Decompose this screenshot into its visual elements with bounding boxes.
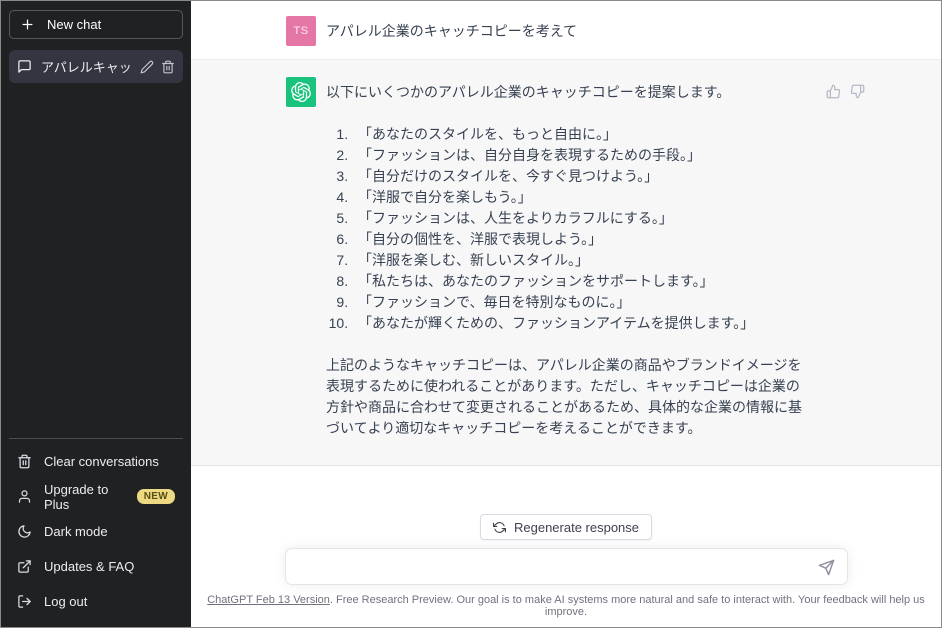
footer-version-link[interactable]: ChatGPT Feb 13 Version	[207, 594, 330, 606]
sidebar-item-label: Clear conversations	[44, 454, 159, 469]
composer: Regenerate response ChatGPT Feb 13 Versi…	[191, 514, 941, 627]
conversation-list: アパレルキャッチコピ	[9, 50, 183, 83]
list-item: 「自分だけのスタイルを、今すぐ見つけよう。」	[352, 166, 808, 187]
list-item: 「ファッションは、人生をよりカラフルにする。」	[352, 208, 808, 229]
catchcopy-list: 「あなたのスタイルを、もっと自由に。」 「ファッションは、自分自身を表現するため…	[326, 124, 808, 334]
list-item: 「洋服を楽しむ、新しいスタイル。」	[352, 250, 808, 271]
sidebar-item-label: Updates & FAQ	[44, 559, 134, 574]
sidebar-item-dark-mode[interactable]: Dark mode	[9, 514, 183, 549]
conversation-actions	[140, 60, 175, 74]
user-icon	[17, 489, 32, 504]
sidebar-item-updates-faq[interactable]: Updates & FAQ	[9, 549, 183, 584]
thumbs-up-icon[interactable]	[826, 84, 841, 439]
list-item: 「あなたのスタイルを、もっと自由に。」	[352, 124, 808, 145]
list-item: 「私たちは、あなたのファッションをサポートします。」	[352, 271, 808, 292]
assistant-outro: 上記のようなキャッチコピーは、アパレル企業の商品やブランドイメージを表現するため…	[326, 355, 808, 439]
list-item: 「ファッションで、毎日を特別なものに。」	[352, 292, 808, 313]
user-avatar: TS	[286, 16, 316, 46]
sidebar-item-upgrade[interactable]: Upgrade to Plus NEW	[9, 479, 183, 514]
logout-icon	[17, 594, 32, 609]
chat-bubble-icon	[17, 59, 32, 74]
list-item: 「ファッションは、自分自身を表現するための手段。」	[352, 145, 808, 166]
list-item: 「あなたが輝くための、ファッションアイテムを提供します。」	[352, 313, 808, 334]
sidebar-item-label: Log out	[44, 594, 87, 609]
assistant-message-content: 以下にいくつかのアパレル企業のキャッチコピーを提案します。 「あなたのスタイルを…	[326, 77, 808, 439]
main-area: TS アパレル企業のキャッチコピーを考えて 以下にいくつかのアパレル企業のキャッ…	[191, 1, 941, 627]
openai-logo-icon	[291, 82, 311, 102]
message-input-container	[285, 548, 848, 585]
edit-icon[interactable]	[140, 60, 154, 74]
plus-icon	[20, 17, 35, 32]
conversation-item[interactable]: アパレルキャッチコピ	[9, 50, 183, 83]
sidebar: New chat アパレルキャッチコピ	[1, 1, 191, 627]
conversation-title: アパレルキャッチコピ	[41, 57, 131, 76]
thumbs-down-icon[interactable]	[850, 84, 865, 439]
list-item: 「洋服で自分を楽しもう。」	[352, 187, 808, 208]
new-chat-label: New chat	[47, 17, 101, 32]
new-badge: NEW	[137, 489, 175, 504]
chatgpt-app: New chat アパレルキャッチコピ	[0, 0, 942, 628]
footer: ChatGPT Feb 13 Version. Free Research Pr…	[191, 594, 941, 618]
moon-icon	[17, 524, 32, 539]
regenerate-icon	[493, 521, 506, 534]
sidebar-item-log-out[interactable]: Log out	[9, 584, 183, 619]
footer-text: . Free Research Preview. Our goal is to …	[330, 594, 925, 618]
sidebar-item-label: Upgrade to Plus	[44, 482, 125, 512]
user-message-text: アパレル企業のキャッチコピーを考えて	[326, 16, 808, 46]
chat-history: TS アパレル企業のキャッチコピーを考えて 以下にいくつかのアパレル企業のキャッ…	[191, 1, 941, 514]
sidebar-bottom-menu: Clear conversations Upgrade to Plus NEW …	[9, 438, 183, 619]
message-feedback	[826, 77, 865, 439]
delete-icon[interactable]	[161, 60, 175, 74]
send-icon	[818, 559, 835, 576]
new-chat-button[interactable]: New chat	[9, 10, 183, 39]
sidebar-item-label: Dark mode	[44, 524, 108, 539]
list-item: 「自分の個性を、洋服で表現しよう。」	[352, 229, 808, 250]
message-input[interactable]	[285, 548, 848, 585]
trash-icon	[17, 454, 32, 469]
user-message-row: TS アパレル企業のキャッチコピーを考えて	[191, 1, 941, 60]
user-avatar-initials: TS	[293, 25, 308, 37]
send-button[interactable]	[816, 557, 837, 578]
sidebar-item-clear-conversations[interactable]: Clear conversations	[9, 444, 183, 479]
regenerate-label: Regenerate response	[514, 520, 639, 535]
regenerate-button[interactable]: Regenerate response	[480, 514, 652, 540]
assistant-message-row: 以下にいくつかのアパレル企業のキャッチコピーを提案します。 「あなたのスタイルを…	[191, 60, 941, 466]
assistant-avatar	[286, 77, 316, 107]
external-link-icon	[17, 559, 32, 574]
assistant-intro: 以下にいくつかのアパレル企業のキャッチコピーを提案します。	[326, 82, 808, 103]
